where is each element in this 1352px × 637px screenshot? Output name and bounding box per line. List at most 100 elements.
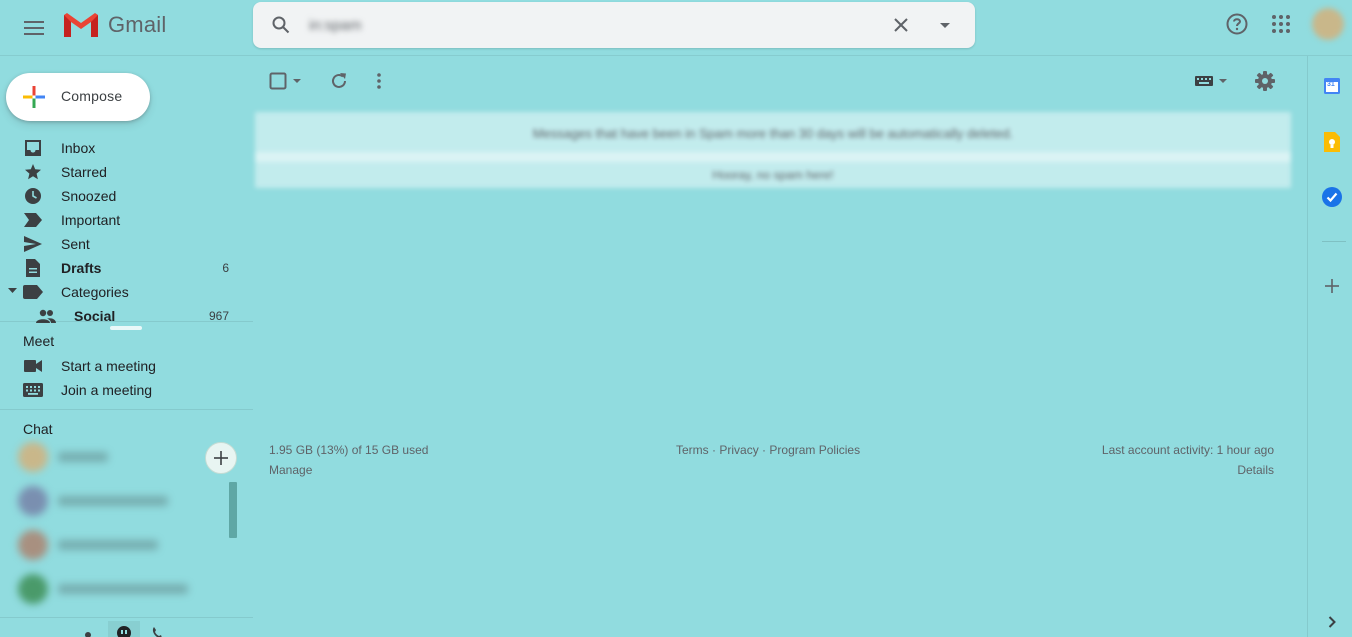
sidebar-item-social[interactable]: Social 967 <box>0 304 253 328</box>
avatar <box>18 574 48 604</box>
star-icon <box>23 163 43 181</box>
join-meeting-label: Join a meeting <box>61 382 153 398</box>
sidebar-item-inbox[interactable]: Inbox <box>0 136 253 160</box>
sidebar-item-label: Inbox <box>61 140 96 156</box>
video-camera-icon <box>23 357 43 375</box>
plus-icon <box>214 451 228 465</box>
main-menu-button[interactable] <box>14 8 54 48</box>
account-avatar[interactable] <box>1312 8 1344 40</box>
gear-icon <box>1255 71 1275 91</box>
join-meeting-button[interactable]: Join a meeting <box>0 378 253 402</box>
inbox-icon <box>23 139 43 157</box>
search-icon[interactable] <box>269 13 293 37</box>
program-policies-link[interactable]: Program Policies <box>769 443 860 457</box>
chat-scrollbar[interactable] <box>229 482 237 538</box>
people-icon <box>36 307 56 325</box>
apps-grid-icon <box>1272 15 1290 33</box>
tasks-button[interactable] <box>1322 187 1342 207</box>
gmail-m-icon <box>64 13 98 37</box>
settings-button[interactable] <box>1255 71 1275 91</box>
draft-icon <box>23 259 43 277</box>
keep-button[interactable] <box>1322 132 1342 152</box>
sidebar-item-label: Categories <box>61 284 129 300</box>
activity-details-link[interactable]: Details <box>1102 463 1274 483</box>
close-icon <box>894 18 908 32</box>
compose-label: Compose <box>61 88 123 104</box>
sidebar-item-sent[interactable]: Sent <box>0 232 253 256</box>
sidebar-item-label: Sent <box>61 236 90 252</box>
unread-count: 6 <box>222 261 229 275</box>
sidebar-item-drafts[interactable]: Drafts 6 <box>0 256 253 280</box>
compose-plus-icon <box>23 86 45 108</box>
refresh-button[interactable] <box>329 71 349 91</box>
separator: · <box>712 443 717 457</box>
folder-list: Inbox Starred Snoozed Important Sent Dra… <box>0 136 253 328</box>
terms-link[interactable]: Terms <box>676 443 709 457</box>
policy-links: Terms · Privacy · Program Policies <box>676 443 860 463</box>
top-bar: Gmail <box>0 0 1352 56</box>
empty-state-text: Hooray, no spam here! <box>712 168 834 182</box>
mail-toolbar <box>253 58 1307 104</box>
clock-icon <box>23 187 43 205</box>
avatar <box>18 530 48 560</box>
checkbox-icon <box>269 72 301 90</box>
spam-notice-text: Messages that have been in Spam more tha… <box>532 126 1014 141</box>
start-meeting-label: Start a meeting <box>61 358 156 374</box>
keyboard-icon <box>23 381 43 399</box>
sidebar-item-label: Drafts <box>61 260 102 276</box>
refresh-icon <box>332 73 346 88</box>
contact-name-redacted <box>58 452 109 462</box>
quote-bubble-icon <box>117 626 131 637</box>
new-chat-button[interactable] <box>205 442 237 474</box>
support-button[interactable] <box>1224 11 1250 37</box>
calendar-day: 31 <box>1327 81 1335 88</box>
chat-tab[interactable] <box>108 621 140 637</box>
privacy-link[interactable]: Privacy <box>719 443 758 457</box>
gmail-logo[interactable]: Gmail <box>62 11 166 39</box>
keep-icon <box>1324 132 1340 152</box>
contact-name-redacted <box>58 496 169 506</box>
select-all-checkbox[interactable] <box>269 71 305 91</box>
storage-info: 1.95 GB (13%) of 15 GB used Manage <box>269 443 428 483</box>
spam-notice: Messages that have been in Spam more tha… <box>255 112 1291 188</box>
chat-contact[interactable] <box>18 486 169 516</box>
caret-down-icon[interactable] <box>8 288 17 293</box>
tasks-icon <box>1322 187 1342 207</box>
chat-contact[interactable] <box>18 530 159 560</box>
person-icon[interactable] <box>84 626 92 637</box>
sidebar-item-categories[interactable]: Categories <box>0 280 253 304</box>
calendar-button[interactable]: 31 <box>1322 76 1342 96</box>
chat-contact[interactable] <box>18 574 189 604</box>
keyboard-icon <box>1195 76 1227 86</box>
search-bar[interactable] <box>253 2 975 48</box>
label-icon <box>23 283 43 301</box>
help-icon <box>1226 13 1248 35</box>
sidebar-item-important[interactable]: Important <box>0 208 253 232</box>
compose-button[interactable]: Compose <box>6 73 150 121</box>
notice-separator <box>255 152 1291 162</box>
phone-icon[interactable] <box>152 626 162 637</box>
search-options-button[interactable] <box>933 13 957 37</box>
manage-storage-link[interactable]: Manage <box>269 463 428 483</box>
expand-panel-button[interactable] <box>1322 612 1342 632</box>
last-activity: Last account activity: 1 hour ago <box>1101 443 1274 457</box>
meet-section-title: Meet <box>23 333 55 349</box>
separator: · <box>762 443 767 457</box>
more-actions-button[interactable] <box>369 71 389 91</box>
section-divider <box>0 321 253 322</box>
hangouts-bottom-bar <box>0 617 253 637</box>
more-vert-icon <box>377 73 381 89</box>
input-tools-button[interactable] <box>1194 71 1230 91</box>
google-apps-button[interactable] <box>1268 11 1294 37</box>
resize-handle[interactable] <box>110 326 142 330</box>
side-panel: 31 <box>1307 56 1352 637</box>
clear-search-button[interactable] <box>889 13 913 37</box>
app-name: Gmail <box>108 12 167 37</box>
get-addons-button[interactable] <box>1322 276 1342 296</box>
start-meeting-button[interactable]: Start a meeting <box>0 354 253 378</box>
avatar <box>18 442 48 472</box>
sidebar-item-starred[interactable]: Starred <box>0 160 253 184</box>
chat-contact[interactable] <box>18 442 109 472</box>
search-input[interactable] <box>309 10 909 40</box>
sidebar-item-snoozed[interactable]: Snoozed <box>0 184 253 208</box>
